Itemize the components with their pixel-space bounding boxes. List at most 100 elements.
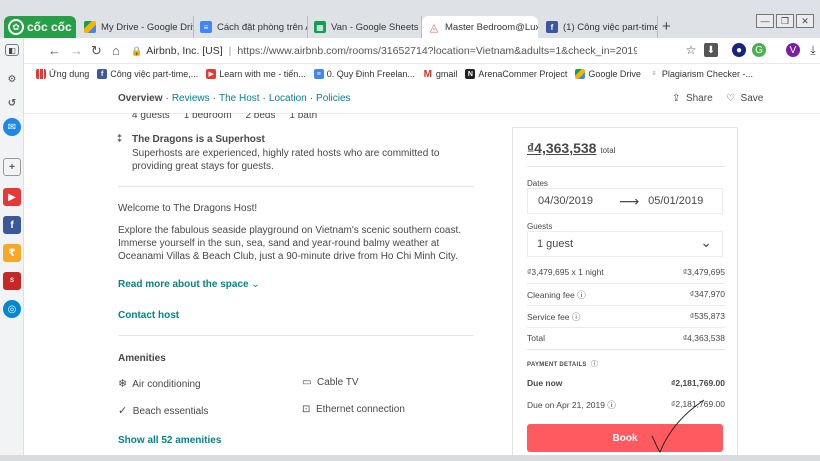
subnav-overview[interactable]: Overview <box>118 93 162 104</box>
zalo-icon[interactable]: ◎ <box>3 300 21 318</box>
subnav-dot: · <box>165 93 169 104</box>
superhost-text-2: providing great stays for guests. <box>132 161 274 172</box>
price-value: ₫4,363,538 <box>527 140 597 156</box>
show-all-amenities-link[interactable]: Show all 52 amenities <box>118 435 221 446</box>
superhost-icon: ⁑ <box>117 134 123 145</box>
gear-icon[interactable]: ⚙ <box>3 70 21 88</box>
notion-icon: N <box>465 69 476 79</box>
subnav-links: Overview · Reviews · The Host · Location · Polic… <box>118 93 351 104</box>
arrow-right-icon: ⟶ <box>619 192 640 209</box>
check-circle-icon: ✓ <box>118 405 128 417</box>
tab-sheets[interactable]: ▦ Van - Google Sheets <box>308 16 422 38</box>
stat-bedrooms: 1 bedroom <box>183 113 232 121</box>
save-label: Save <box>740 93 764 104</box>
info-icon[interactable]: ⓘ <box>607 400 616 410</box>
read-more-label: Read more about the space <box>118 279 249 290</box>
subnav-policies[interactable]: Policies <box>316 93 350 104</box>
subnav-the-host[interactable]: The Host <box>219 93 260 104</box>
check-in-input[interactable]: 04/30/2019 <box>538 195 593 207</box>
share-icon: ⇪ <box>672 93 681 104</box>
bookmark-google-drive[interactable]: Google Drive <box>575 69 641 79</box>
welcome-text: Welcome to The Dragons Host! <box>118 203 258 214</box>
stat-guests: 4 guests <box>132 113 170 121</box>
shopping-icon[interactable]: ₹ <box>3 244 21 262</box>
due-now-row: Due now ₫2,181,769.00 <box>527 378 725 388</box>
amenity-item: ⊡ Ethernet connection <box>302 404 405 415</box>
check-out-input[interactable]: 05/01/2019 <box>648 195 703 207</box>
sendo-icon[interactable]: S <box>3 272 21 290</box>
ethernet-icon: ⊡ <box>302 404 311 415</box>
coccoc-brand[interactable]: ✿ cốc cốc <box>4 16 76 38</box>
line-label: ₫3,479,695 x 1 night <box>527 267 604 277</box>
amenity-item: ▭ Cable TV <box>302 377 359 388</box>
tab-docs[interactable]: ≡ Cách đặt phòng trên Airb <box>194 16 308 38</box>
superhost-text-1: Superhosts are experienced, highly rated… <box>132 148 440 159</box>
add-icon[interactable]: + <box>3 158 21 176</box>
info-icon[interactable]: ⓘ <box>589 361 599 368</box>
tab-google-drive[interactable]: My Drive - Google Drive <box>78 16 194 38</box>
brand-label: cốc cốc <box>27 20 72 34</box>
forward-icon[interactable]: → <box>70 43 83 58</box>
guests-label: Guests <box>527 222 553 231</box>
facebook-icon[interactable]: f <box>3 216 21 234</box>
download-icon[interactable]: ⤓ <box>806 43 820 57</box>
apps-icon <box>36 69 46 79</box>
divider <box>527 166 725 167</box>
date-range-picker[interactable]: 04/30/2019 ⟶ 05/01/2019 <box>527 188 723 214</box>
price-line-total: Total ₫4,363,538 <box>527 333 725 343</box>
bookmark-gmail[interactable]: M gmail <box>423 69 458 80</box>
close-window-icon[interactable]: ✕ <box>796 14 814 28</box>
line-value: ₫347,970 <box>689 289 725 299</box>
guests-select[interactable]: 1 guest ⌄ <box>527 231 723 257</box>
subnav-reviews[interactable]: Reviews <box>172 93 210 104</box>
contact-host-link[interactable]: Contact host <box>118 310 179 321</box>
bookmark-arena[interactable]: N ArenaCommer Project <box>465 69 567 79</box>
back-icon[interactable]: ← <box>48 43 61 58</box>
messenger-icon[interactable]: ✉ <box>3 118 21 136</box>
profile-avatar[interactable]: V <box>786 43 800 57</box>
sidebar-toggle-icon[interactable]: ◧ <box>5 44 19 56</box>
info-icon[interactable]: ⓘ <box>577 290 586 300</box>
chevron-down-icon: ⌄ <box>251 279 260 290</box>
share-button[interactable]: ⇪ Share <box>672 93 713 104</box>
bookmark-facebook[interactable]: f Công việc part-time,... <box>97 69 198 79</box>
tab-airbnb[interactable]: ◬ Master Bedroom@Luxury ✕ <box>422 16 538 38</box>
line-label: Service fee <box>527 312 570 322</box>
subnav-location[interactable]: Location <box>269 93 307 104</box>
amenity-label: Ethernet connection <box>315 404 405 415</box>
download-manager-icon[interactable]: ⬇ <box>704 43 718 57</box>
bookmark-plagiarism[interactable]: ≡ Plagiarism Checker -... <box>649 69 753 79</box>
bookmark-label: Ứng dụng <box>49 69 90 79</box>
info-icon[interactable]: ⓘ <box>572 312 581 322</box>
history-icon[interactable]: ↺ <box>3 94 21 112</box>
address-bar-row: ← → ↻ ⌂ 🔒 Airbnb, Inc. [US] | https://ww… <box>0 38 820 64</box>
extension-icon[interactable]: ● <box>732 43 746 57</box>
tab-facebook[interactable]: f (1) Công việc part-time, c ✕ <box>540 16 658 38</box>
line-label: Cleaning fee <box>527 290 575 300</box>
star-icon[interactable]: ☆ <box>684 43 698 57</box>
bookmark-youtube[interactable]: ▶ Learn with me - tiến... <box>206 69 306 79</box>
minimize-icon[interactable]: — <box>756 14 774 28</box>
home-icon[interactable]: ⌂ <box>112 43 120 58</box>
save-button[interactable]: ♡ Save <box>726 93 763 104</box>
reload-icon[interactable]: ↻ <box>91 43 102 59</box>
grammarly-icon[interactable]: G <box>752 43 766 57</box>
description-line-1: Explore the fabulous seaside playground … <box>118 225 462 236</box>
new-tab-button[interactable]: + <box>662 18 671 35</box>
read-more-link[interactable]: Read more about the space ⌄ <box>118 279 260 290</box>
maximize-icon[interactable]: ❐ <box>776 14 794 28</box>
stat-baths: 1 bath <box>289 113 318 121</box>
airbnb-icon: ◬ <box>429 21 439 34</box>
facebook-icon: f <box>97 69 108 79</box>
youtube-icon[interactable]: ▶ <box>3 188 21 206</box>
price-line-nights: ₫3,479,695 x 1 night ₫3,479,695 <box>527 267 725 277</box>
docs-icon: ≡ <box>313 69 324 79</box>
due-now-value: ₫2,181,769.00 <box>671 378 725 388</box>
payment-details-heading: PAYMENT DETAILS ⓘ <box>527 359 598 369</box>
bookmark-docs[interactable]: ≡ 0. Quy Định Freelan... <box>313 69 415 79</box>
bookmark-apps[interactable]: Ứng dụng <box>36 69 89 79</box>
tv-icon: ▭ <box>302 377 312 388</box>
url-input[interactable]: 🔒 Airbnb, Inc. [US] | https://www.airbnb… <box>131 41 679 61</box>
bookmark-label: 0. Quy Định Freelan... <box>326 69 415 79</box>
stat-beds: 2 beds <box>245 113 276 121</box>
